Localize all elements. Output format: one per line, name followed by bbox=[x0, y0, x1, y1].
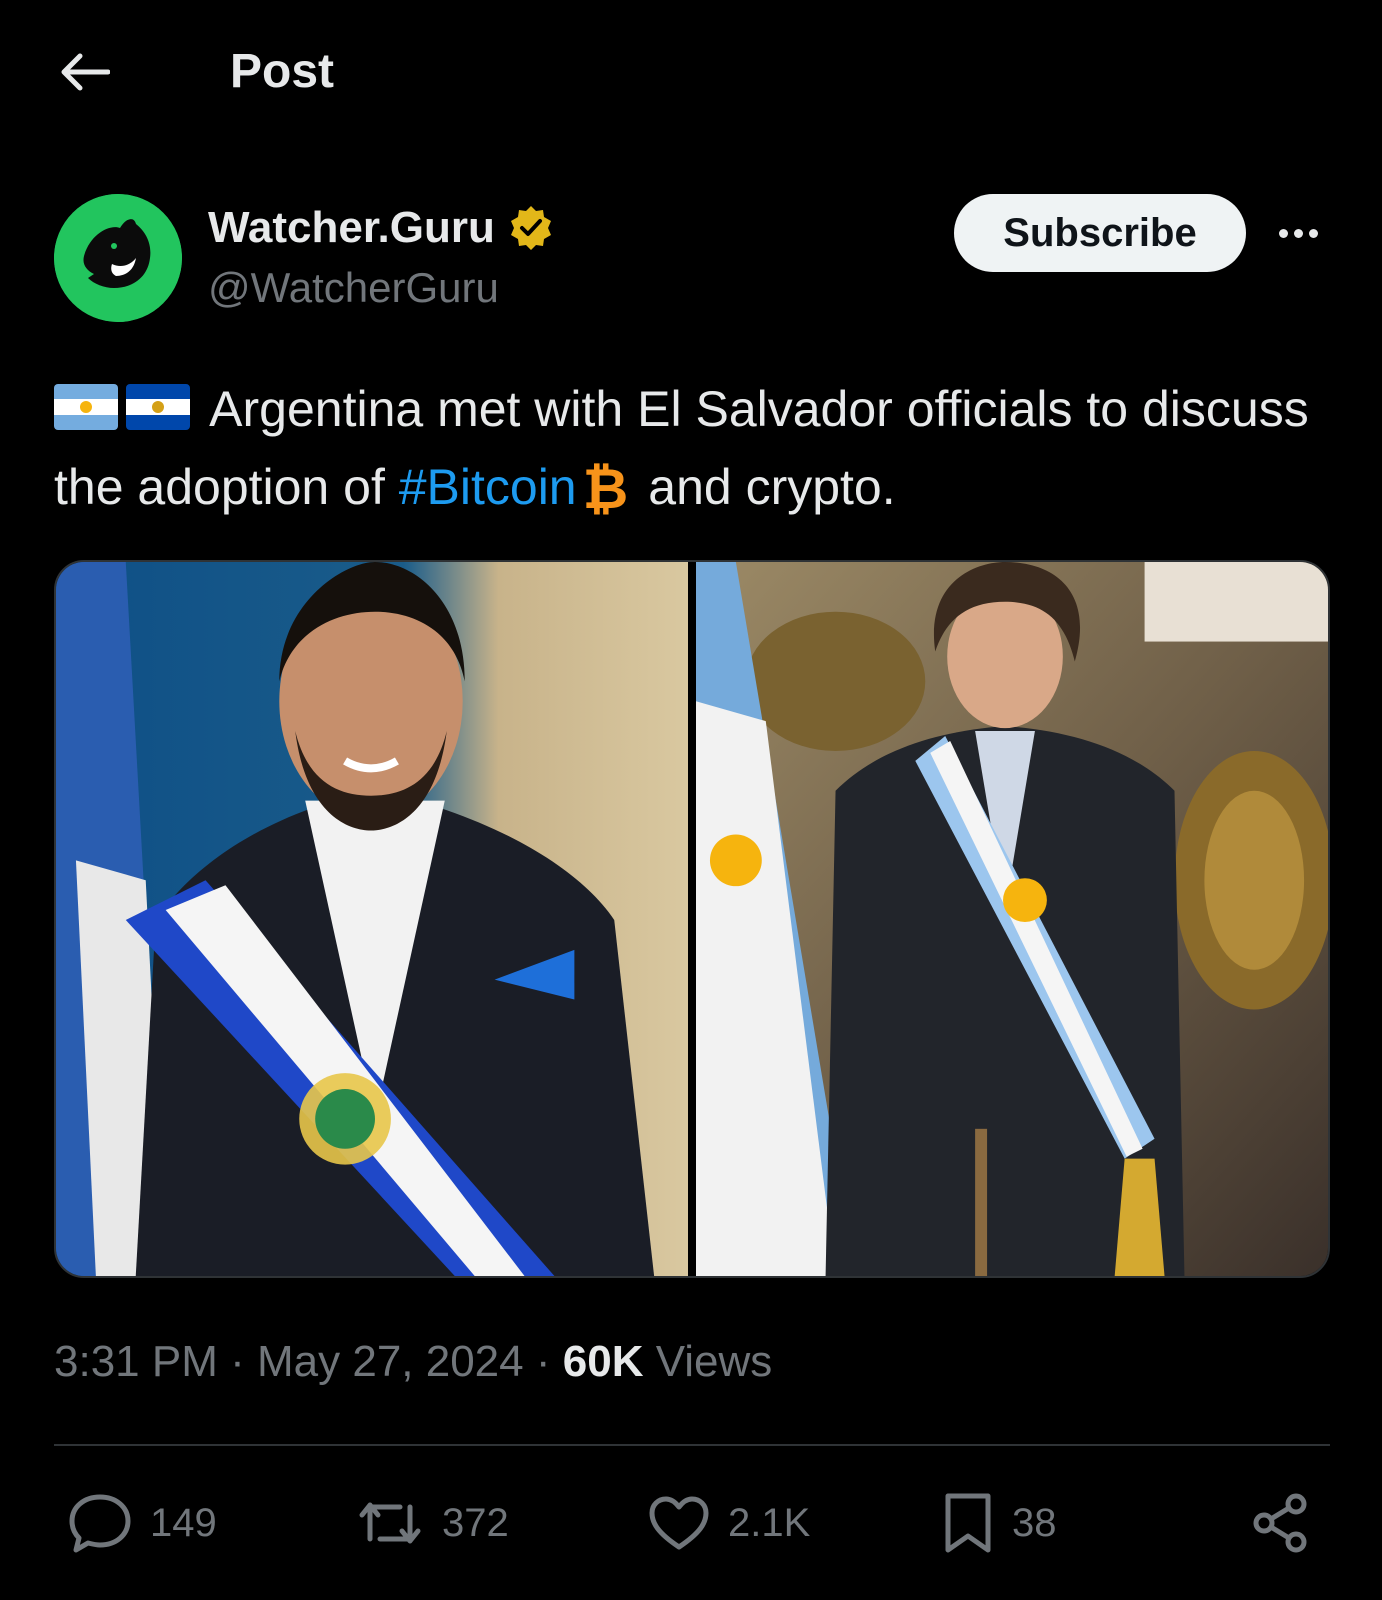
like-count: 2.1K bbox=[728, 1500, 811, 1545]
photo-argentina-president bbox=[696, 562, 1328, 1276]
argentina-flag-icon bbox=[54, 384, 118, 430]
like-button[interactable]: 2.1K bbox=[648, 1488, 810, 1558]
more-dot-icon bbox=[1308, 228, 1318, 238]
author-display-name[interactable]: Watcher.Guru bbox=[208, 202, 495, 254]
reply-icon bbox=[69, 1494, 131, 1553]
post-meta: 3:31 PM · May 27, 2024 · 60K Views bbox=[54, 1334, 772, 1390]
avatar[interactable] bbox=[54, 194, 182, 322]
top-bar: Post bbox=[0, 0, 1382, 140]
repost-button[interactable]: 372 bbox=[356, 1488, 509, 1558]
more-dot-icon bbox=[1278, 228, 1288, 238]
views-label: Views bbox=[655, 1337, 773, 1386]
share-icon bbox=[1253, 1493, 1307, 1553]
author-name-row: Watcher.Guru bbox=[208, 202, 555, 254]
bookmark-icon bbox=[945, 1493, 991, 1553]
verified-badge-icon bbox=[510, 206, 551, 250]
tweet-text-part2: and crypto. bbox=[648, 459, 896, 515]
meta-separator: · bbox=[230, 1337, 245, 1386]
repost-icon bbox=[359, 1502, 421, 1544]
bookmark-count: 38 bbox=[1012, 1500, 1057, 1545]
el-salvador-flag-icon bbox=[126, 384, 190, 430]
meta-separator: · bbox=[535, 1337, 551, 1386]
photo-right[interactable] bbox=[696, 562, 1328, 1276]
divider bbox=[54, 1444, 1330, 1446]
post-time[interactable]: 3:31 PM bbox=[54, 1337, 218, 1386]
action-bar: 149 372 2.1K 38 bbox=[54, 1488, 1330, 1558]
arrow-left-icon bbox=[61, 53, 110, 91]
repost-count: 372 bbox=[442, 1500, 509, 1545]
author-row: Watcher.Guru @WatcherGuru Subscribe bbox=[54, 194, 1334, 324]
share-button[interactable] bbox=[1250, 1488, 1310, 1558]
author-handle[interactable]: @WatcherGuru bbox=[208, 262, 499, 314]
post-date[interactable]: May 27, 2024 bbox=[257, 1337, 524, 1386]
photo-el-salvador-president bbox=[56, 562, 688, 1276]
media-grid bbox=[54, 560, 1330, 1278]
tweet-text: Argentina met with El Salvador officials… bbox=[54, 370, 1314, 528]
more-options-button[interactable] bbox=[1270, 208, 1326, 258]
more-dot-icon bbox=[1293, 228, 1303, 238]
photo-left[interactable] bbox=[56, 562, 688, 1276]
hashtag-bitcoin[interactable]: #Bitcoin bbox=[399, 459, 577, 515]
whale-logo-icon bbox=[54, 194, 182, 322]
heart-icon bbox=[649, 1496, 709, 1550]
reply-button[interactable]: 149 bbox=[68, 1488, 217, 1558]
bookmark-button[interactable]: 38 bbox=[942, 1488, 1057, 1558]
views-count: 60K bbox=[562, 1337, 644, 1386]
back-button[interactable] bbox=[56, 44, 112, 100]
reply-count: 149 bbox=[150, 1500, 217, 1545]
bitcoin-icon: ₿ bbox=[582, 457, 629, 520]
subscribe-button[interactable]: Subscribe bbox=[954, 194, 1246, 272]
page-title: Post bbox=[230, 45, 335, 98]
